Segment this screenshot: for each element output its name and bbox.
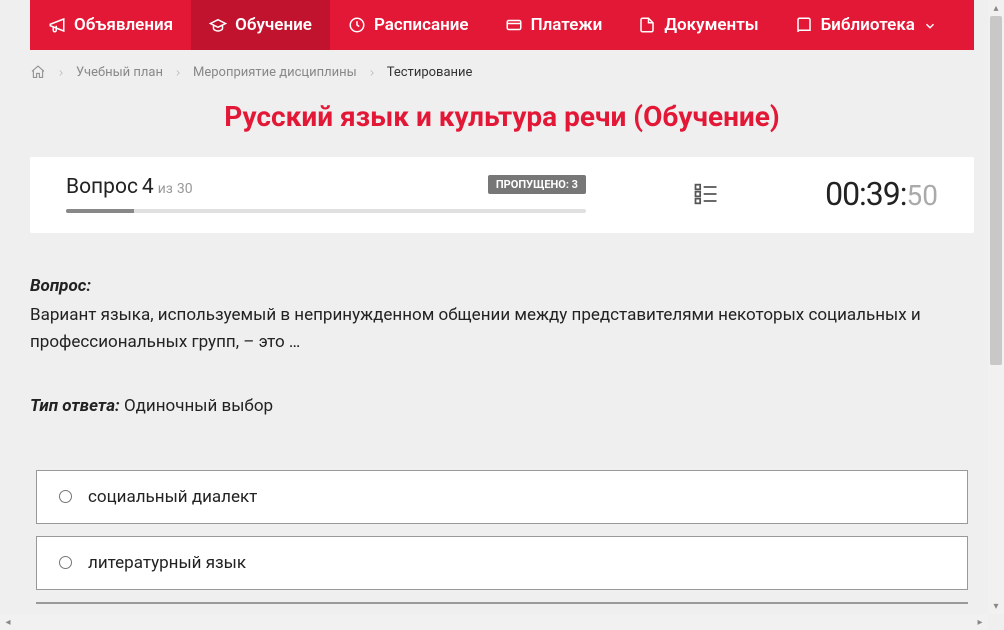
answer-type: Тип ответа: Одиночный выбор <box>30 393 974 420</box>
answer-option[interactable]: социальный диалект <box>36 470 968 524</box>
progress-bar <box>66 209 586 213</box>
top-nav: Объявления Обучение Расписание Платежи Д… <box>30 0 974 50</box>
option-label: социальный диалект <box>88 487 257 507</box>
breadcrumb: Учебный план Мероприятие дисциплины Тест… <box>0 50 1004 90</box>
nav-label: Документы <box>664 15 758 35</box>
question-total: 30 <box>177 181 193 197</box>
question-number: 4 <box>142 175 154 199</box>
megaphone-icon <box>48 16 66 34</box>
chevron-right-icon <box>56 67 66 77</box>
nav-label: Расписание <box>374 15 469 35</box>
question-prefix: Вопрос <box>66 175 138 199</box>
chevron-right-icon <box>173 67 183 77</box>
scroll-right-arrow-icon[interactable]: ▸ <box>972 614 988 630</box>
horizontal-scrollbar[interactable]: ◂ ▸ <box>0 614 988 630</box>
nav-education[interactable]: Обучение <box>191 0 330 50</box>
scroll-track[interactable] <box>16 614 972 630</box>
chevron-right-icon <box>367 67 377 77</box>
answer-type-label: Тип ответа: <box>30 396 120 416</box>
timer-seconds: 50 <box>907 179 938 212</box>
scroll-track[interactable] <box>988 16 1004 598</box>
clock-icon <box>348 16 366 34</box>
scroll-thumb[interactable] <box>990 16 1002 365</box>
document-icon <box>638 16 656 34</box>
graduation-cap-icon <box>209 16 227 34</box>
of-word: из <box>158 181 173 197</box>
nav-payments[interactable]: Платежи <box>487 0 621 50</box>
question-body: Вопрос: Вариант языка, используемый в не… <box>0 233 1004 420</box>
home-icon[interactable] <box>30 64 46 80</box>
question-list-icon[interactable] <box>692 180 720 208</box>
radio-input[interactable] <box>59 556 72 569</box>
nav-label: Библиотека <box>821 15 915 35</box>
answer-options: социальный диалект литературный язык <box>0 420 1004 604</box>
breadcrumb-current: Тестирование <box>387 65 473 80</box>
progress-fill <box>66 209 134 213</box>
nav-label: Платежи <box>531 15 603 35</box>
page-title: Русский язык и культура речи (Обучение) <box>0 90 1004 157</box>
timer: 00:39: 50 <box>825 175 938 213</box>
nav-label: Объявления <box>74 15 173 35</box>
book-icon <box>795 16 813 34</box>
timer-main: 00:39: <box>825 175 906 213</box>
skipped-badge: ПРОПУЩЕНО: 3 <box>488 175 586 194</box>
breadcrumb-link[interactable]: Учебный план <box>76 65 163 80</box>
nav-documents[interactable]: Документы <box>620 0 776 50</box>
scroll-down-arrow-icon[interactable]: ▾ <box>988 598 1004 614</box>
option-label: литературный язык <box>88 553 246 573</box>
nav-announcements[interactable]: Объявления <box>30 0 191 50</box>
nav-library[interactable]: Библиотека <box>777 0 955 50</box>
scroll-up-arrow-icon[interactable]: ▴ <box>988 0 1004 16</box>
vertical-scrollbar[interactable]: ▴ ▾ <box>988 0 1004 614</box>
chevron-down-icon <box>923 18 937 32</box>
breadcrumb-link[interactable]: Мероприятие дисциплины <box>193 65 357 80</box>
credit-card-icon <box>505 16 523 34</box>
question-progress: Вопрос 4 из 30 ПРОПУЩЕНО: 3 <box>66 175 586 213</box>
nav-label: Обучение <box>235 15 312 35</box>
answer-option[interactable]: литературный язык <box>36 536 968 590</box>
radio-input[interactable] <box>59 490 72 503</box>
status-mid <box>586 180 825 208</box>
status-panel: Вопрос 4 из 30 ПРОПУЩЕНО: 3 00:39: 50 <box>30 157 974 233</box>
answer-option-cutoff <box>36 602 968 604</box>
scrollbar-corner <box>988 614 1004 630</box>
scroll-left-arrow-icon[interactable]: ◂ <box>0 614 16 630</box>
answer-type-value: Одиночный выбор <box>124 396 273 416</box>
question-label: Вопрос: <box>30 273 974 300</box>
question-text: Вариант языка, используемый в непринужде… <box>30 302 974 356</box>
nav-schedule[interactable]: Расписание <box>330 0 487 50</box>
